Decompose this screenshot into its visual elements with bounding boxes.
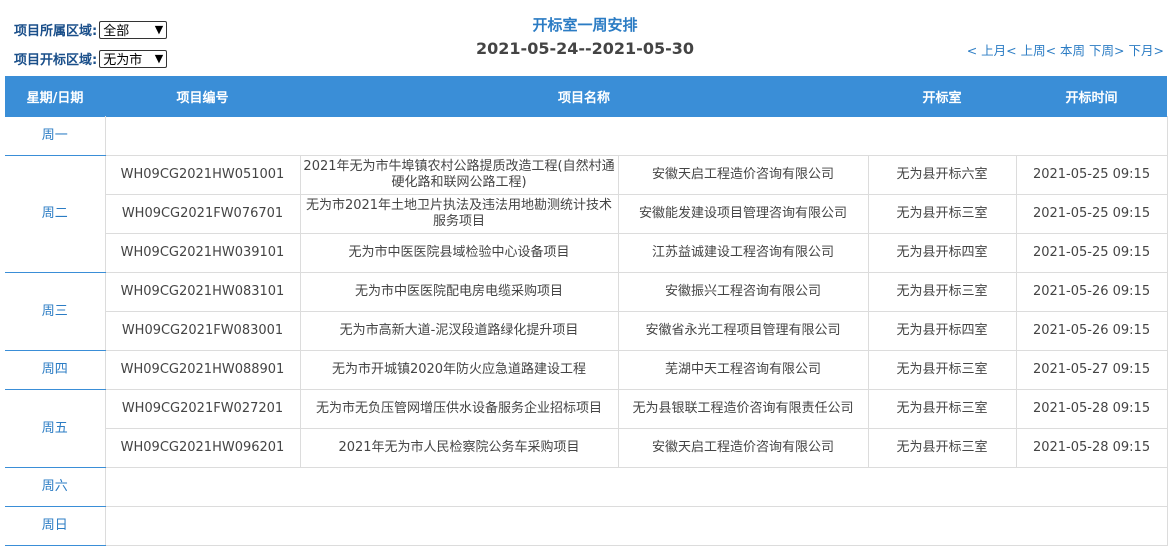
- table-header-row: 星期/日期 项目编号 项目名称 开标室 开标时间: [5, 76, 1168, 117]
- agent-cell: 无为县银联工程造价咨询有限责任公司: [617, 389, 869, 429]
- open-time-cell: 2021-05-25 09:15: [1015, 233, 1168, 273]
- header-room: 开标室: [868, 76, 1017, 117]
- empty-cell: [104, 467, 1168, 507]
- day-row: 周日: [5, 506, 1168, 546]
- project-name-cell[interactable]: 无为市开城镇2020年防火应急道路建设工程: [299, 350, 619, 390]
- agent-cell: 安徽天启工程造价咨询有限公司: [617, 155, 869, 195]
- day-row: 周一: [5, 116, 1168, 156]
- project-name-cell[interactable]: 无为市中医医院县域检验中心设备项目: [299, 233, 619, 273]
- header-time: 开标时间: [1016, 76, 1168, 117]
- project-code-cell: WH09CG2021HW083101: [104, 272, 301, 312]
- open-time-cell: 2021-05-25 09:15: [1015, 155, 1168, 195]
- day-label: 周一: [5, 116, 106, 156]
- table-body: 周一 周二 WH09CG2021HW051001 2021年无为市牛埠镇农村公路提质改…: [5, 116, 1168, 546]
- project-name-cell[interactable]: 无为市高新大道-泥汊段道路绿化提升项目: [299, 311, 619, 351]
- project-code-cell: WH09CG2021HW039101: [104, 233, 301, 273]
- table-row[interactable]: WH09CG2021HW039101 无为市中医医院县域检验中心设备项目 江苏益诚建…: [5, 233, 1168, 273]
- room-cell: 无为县开标四室: [867, 233, 1017, 273]
- day-label: 周四: [5, 350, 106, 390]
- project-name-cell[interactable]: 无为市无负压管网增压供水设备服务企业招标项目: [299, 389, 619, 429]
- project-code-cell: WH09CG2021HW088901: [104, 350, 301, 390]
- header-name: 项目名称: [300, 76, 869, 117]
- header-day: 星期/日期: [5, 76, 105, 117]
- room-cell: 无为县开标三室: [867, 272, 1017, 312]
- agent-cell: 江苏益诚建设工程咨询有限公司: [617, 233, 869, 273]
- next-month-link[interactable]: 下月>: [1129, 43, 1164, 58]
- agent-cell: 安徽振兴工程咨询有限公司: [617, 272, 869, 312]
- page-title: 开标室一周安排: [532, 16, 638, 34]
- project-name-cell[interactable]: 2021年无为市人民检察院公务车采购项目: [299, 428, 619, 468]
- open-time-cell: 2021-05-28 09:15: [1015, 389, 1168, 429]
- day-label: 周二: [5, 155, 106, 273]
- open-time-cell: 2021-05-25 09:15: [1015, 194, 1168, 234]
- prev-week-link[interactable]: < 上周: [1006, 43, 1045, 58]
- agent-cell: 安徽能发建设项目管理咨询有限公司: [617, 194, 869, 234]
- project-code-cell: WH09CG2021FW027201: [104, 389, 301, 429]
- day-label: 周五: [5, 389, 106, 468]
- header-code: 项目编号: [105, 76, 300, 117]
- room-cell: 无为县开标六室: [867, 155, 1017, 195]
- table-row[interactable]: WH09CG2021HW096201 2021年无为市人民检察院公务车采购项目 安徽…: [5, 428, 1168, 468]
- week-navigation: < 上月< 上周< 本周 下周> 下月>: [967, 40, 1164, 59]
- agent-cell: 芜湖中天工程咨询有限公司: [617, 350, 869, 390]
- table-row[interactable]: WH09CG2021FW083001 无为市高新大道-泥汊段道路绿化提升项目 安徽省…: [5, 311, 1168, 351]
- room-cell: 无为县开标三室: [867, 389, 1017, 429]
- empty-cell: [104, 116, 1168, 156]
- open-time-cell: 2021-05-26 09:15: [1015, 272, 1168, 312]
- table-row[interactable]: 周四 WH09CG2021HW088901 无为市开城镇2020年防火应急道路建设工…: [5, 350, 1168, 390]
- schedule-table: 星期/日期 项目编号 项目名称 开标室 开标时间 周一 周二 WH09CG2021H…: [5, 76, 1168, 546]
- project-code-cell: WH09CG2021HW096201: [104, 428, 301, 468]
- prev-month-link[interactable]: < 上月: [967, 43, 1006, 58]
- project-code-cell: WH09CG2021HW051001: [104, 155, 301, 195]
- table-row[interactable]: 周五 WH09CG2021FW027201 无为市无负压管网增压供水设备服务企业招标…: [5, 389, 1168, 468]
- table-row[interactable]: WH09CG2021FW076701 无为市2021年土地卫片执法及违法用地勘测统…: [5, 194, 1168, 234]
- project-code-cell: WH09CG2021FW083001: [104, 311, 301, 351]
- agent-cell: 安徽省永光工程项目管理有限公司: [617, 311, 869, 351]
- day-row: 周六: [5, 467, 1168, 507]
- project-name-cell[interactable]: 无为市中医医院配电房电缆采购项目: [299, 272, 619, 312]
- project-code-cell: WH09CG2021FW076701: [104, 194, 301, 234]
- room-cell: 无为县开标三室: [867, 428, 1017, 468]
- day-label: 周六: [5, 467, 106, 507]
- project-name-cell[interactable]: 无为市2021年土地卫片执法及违法用地勘测统计技术服务项目: [299, 194, 619, 234]
- top-bar: 项目所属区域: 全部 ▼ 项目开标区域: 无为市 ▼ 开标室一周安排 2021-…: [0, 0, 1170, 76]
- project-name-cell[interactable]: 2021年无为市牛埠镇农村公路提质改造工程(自然村通硬化路和联网公路工程): [299, 155, 619, 195]
- open-time-cell: 2021-05-28 09:15: [1015, 428, 1168, 468]
- agent-cell: 安徽天启工程造价咨询有限公司: [617, 428, 869, 468]
- table-row[interactable]: 周二 WH09CG2021HW051001 2021年无为市牛埠镇农村公路提质改造工…: [5, 155, 1168, 273]
- day-label: 周日: [5, 506, 106, 546]
- room-cell: 无为县开标三室: [867, 350, 1017, 390]
- next-week-link[interactable]: 下周>: [1089, 43, 1124, 58]
- room-cell: 无为县开标三室: [867, 194, 1017, 234]
- empty-cell: [104, 506, 1168, 546]
- table-row[interactable]: 周三 WH09CG2021HW083101 无为市中医医院配电房电缆采购项目 安徽振兴…: [5, 272, 1168, 351]
- room-cell: 无为县开标四室: [867, 311, 1017, 351]
- day-label: 周三: [5, 272, 106, 351]
- open-time-cell: 2021-05-27 09:15: [1015, 350, 1168, 390]
- open-time-cell: 2021-05-26 09:15: [1015, 311, 1168, 351]
- this-week-link[interactable]: < 本周: [1046, 43, 1085, 58]
